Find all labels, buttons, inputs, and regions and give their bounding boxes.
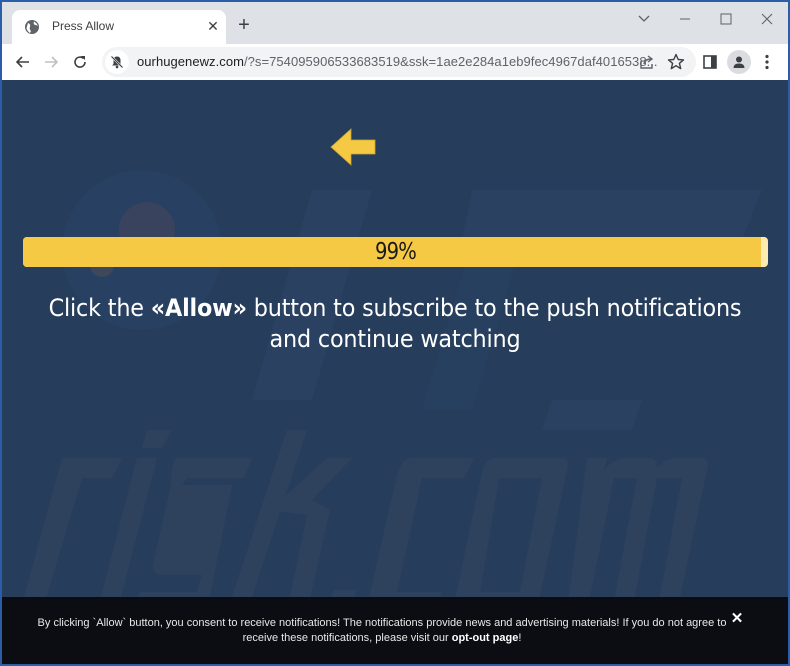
consent-close-button[interactable]: ✕ bbox=[729, 611, 745, 627]
tab-close-button[interactable]: ✕ bbox=[204, 17, 222, 35]
browser-window: Press Allow ✕ + ourhugenewz.com/?s=75409… bbox=[2, 2, 788, 664]
progress-label: 99% bbox=[375, 239, 417, 265]
star-icon[interactable] bbox=[666, 52, 686, 72]
notifications-blocked-icon bbox=[110, 55, 124, 69]
kebab-menu-icon bbox=[765, 54, 769, 70]
back-button[interactable] bbox=[11, 50, 35, 74]
message-before: Click the bbox=[48, 294, 151, 322]
consent-suffix: ! bbox=[518, 632, 522, 644]
reload-button[interactable] bbox=[68, 50, 92, 74]
opt-out-link[interactable]: opt-out page bbox=[452, 632, 519, 644]
share-icon[interactable] bbox=[638, 53, 656, 71]
maximize-icon bbox=[720, 13, 732, 25]
subscribe-instruction: Click the «Allow» button to subscribe to… bbox=[39, 293, 751, 355]
minimize-button[interactable] bbox=[674, 8, 696, 30]
close-window-button[interactable] bbox=[756, 8, 778, 30]
consent-banner: By clicking `Allow` button, you consent … bbox=[2, 597, 788, 664]
tab-title: Press Allow bbox=[52, 19, 115, 33]
page-content: 99% Click the «Allow» button to subscrib… bbox=[2, 80, 788, 664]
url-text: ourhugenewz.com/?s=754095906533683519&ss… bbox=[137, 54, 658, 69]
back-arrow-icon bbox=[15, 56, 29, 68]
maximize-button[interactable] bbox=[715, 8, 737, 30]
minimize-icon bbox=[680, 18, 690, 20]
tab-press-allow[interactable]: Press Allow ✕ bbox=[12, 10, 226, 44]
site-info-button[interactable] bbox=[105, 50, 129, 74]
new-tab-button[interactable]: + bbox=[234, 15, 254, 35]
url-path: /?s=754095906533683519&ssk=1ae2e284a1eb9… bbox=[243, 54, 658, 69]
forward-arrow-icon bbox=[45, 56, 59, 68]
progress-bar: 99% bbox=[23, 237, 768, 267]
consent-message: By clicking `Allow` button, you consent … bbox=[37, 617, 727, 644]
side-panel-icon bbox=[703, 55, 717, 69]
profile-avatar-icon bbox=[733, 56, 745, 68]
reload-icon bbox=[74, 56, 86, 68]
browser-menu-button[interactable] bbox=[757, 52, 777, 72]
address-bar[interactable]: ourhugenewz.com/?s=754095906533683519&ss… bbox=[102, 47, 696, 77]
url-host: ourhugenewz.com bbox=[137, 54, 244, 69]
close-icon bbox=[761, 13, 773, 25]
profile-button[interactable] bbox=[727, 50, 751, 74]
message-allow-highlight: «Allow» bbox=[150, 294, 247, 322]
side-panel-button[interactable] bbox=[700, 52, 720, 72]
browser-toolbar: ourhugenewz.com/?s=754095906533683519&ss… bbox=[2, 44, 788, 80]
tab-strip: Press Allow ✕ + bbox=[2, 2, 788, 44]
consent-text: By clicking `Allow` button, you consent … bbox=[32, 616, 732, 646]
message-after: button to subscribe to the push notifica… bbox=[246, 294, 742, 353]
forward-button[interactable] bbox=[39, 50, 63, 74]
globe-icon bbox=[25, 20, 39, 34]
tab-search-button[interactable] bbox=[633, 8, 655, 30]
left-arrow-icon bbox=[330, 128, 376, 166]
chevron-down-icon bbox=[638, 15, 650, 22]
